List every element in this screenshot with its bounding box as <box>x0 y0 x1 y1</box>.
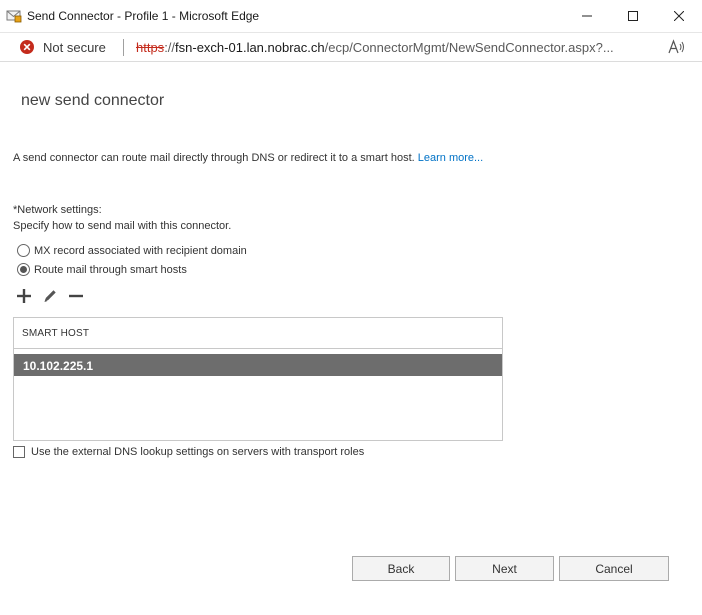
back-button[interactable]: Back <box>352 556 450 581</box>
url-host: fsn-exch-01.lan.nobrac.ch <box>175 40 325 55</box>
not-secure-icon[interactable] <box>19 39 35 55</box>
radio-button[interactable] <box>17 244 30 257</box>
page-title: new send connector <box>21 92 165 109</box>
smart-host-toolbar <box>15 287 93 305</box>
close-icon <box>673 8 685 26</box>
table-row[interactable]: 10.102.225.1 <box>14 354 502 376</box>
smart-host-list[interactable]: SMART HOST 10.102.225.1 <box>13 317 503 441</box>
cancel-button[interactable]: Cancel <box>559 556 669 581</box>
security-label[interactable]: Not secure <box>43 40 106 55</box>
url-text[interactable]: https://fsn-exch-01.lan.nobrac.ch/ecp/Co… <box>136 40 614 55</box>
learn-more-link[interactable]: Learn more... <box>418 152 483 164</box>
add-icon[interactable] <box>15 287 33 305</box>
close-button[interactable] <box>656 0 702 33</box>
radio-mx-record[interactable]: MX record associated with recipient doma… <box>17 244 247 257</box>
intro-text: A send connector can route mail directly… <box>13 150 493 166</box>
edit-icon[interactable] <box>41 287 59 305</box>
radio-label: MX record associated with recipient doma… <box>34 244 247 257</box>
intro-body: A send connector can route mail directly… <box>13 152 418 164</box>
maximize-button[interactable] <box>610 0 656 33</box>
remove-icon[interactable] <box>67 287 85 305</box>
minimize-icon <box>582 8 592 26</box>
next-button[interactable]: Next <box>455 556 554 581</box>
address-bar[interactable]: Not secure https://fsn-exch-01.lan.nobra… <box>0 33 702 62</box>
window-title-bar: Send Connector - Profile 1 - Microsoft E… <box>0 0 702 33</box>
network-settings-description: Specify how to send mail with this conne… <box>13 220 232 232</box>
network-settings-label: *Network settings: <box>13 204 102 216</box>
external-dns-label: Use the external DNS lookup settings on … <box>31 446 365 458</box>
window-title: Send Connector - Profile 1 - Microsoft E… <box>27 9 260 23</box>
smart-host-address: 10.102.225.1 <box>23 359 94 373</box>
external-dns-checkbox[interactable] <box>13 446 25 458</box>
radio-label: Route mail through smart hosts <box>34 263 187 276</box>
radio-smart-hosts[interactable]: Route mail through smart hosts <box>17 263 187 276</box>
smart-host-list-header[interactable]: SMART HOST <box>14 318 502 349</box>
radio-button[interactable] <box>17 263 30 276</box>
column-header-smart-host[interactable]: SMART HOST <box>22 328 89 339</box>
read-aloud-icon[interactable] <box>668 39 686 58</box>
url-scheme: https <box>136 40 165 55</box>
url-path: /ecp/ConnectorMgmt/NewSendConnector.aspx… <box>324 40 614 55</box>
address-divider <box>123 39 124 56</box>
minimize-button[interactable] <box>564 0 610 33</box>
external-dns-option[interactable]: Use the external DNS lookup settings on … <box>13 446 364 458</box>
maximize-icon <box>628 8 638 26</box>
envelope-app-icon <box>6 8 22 24</box>
